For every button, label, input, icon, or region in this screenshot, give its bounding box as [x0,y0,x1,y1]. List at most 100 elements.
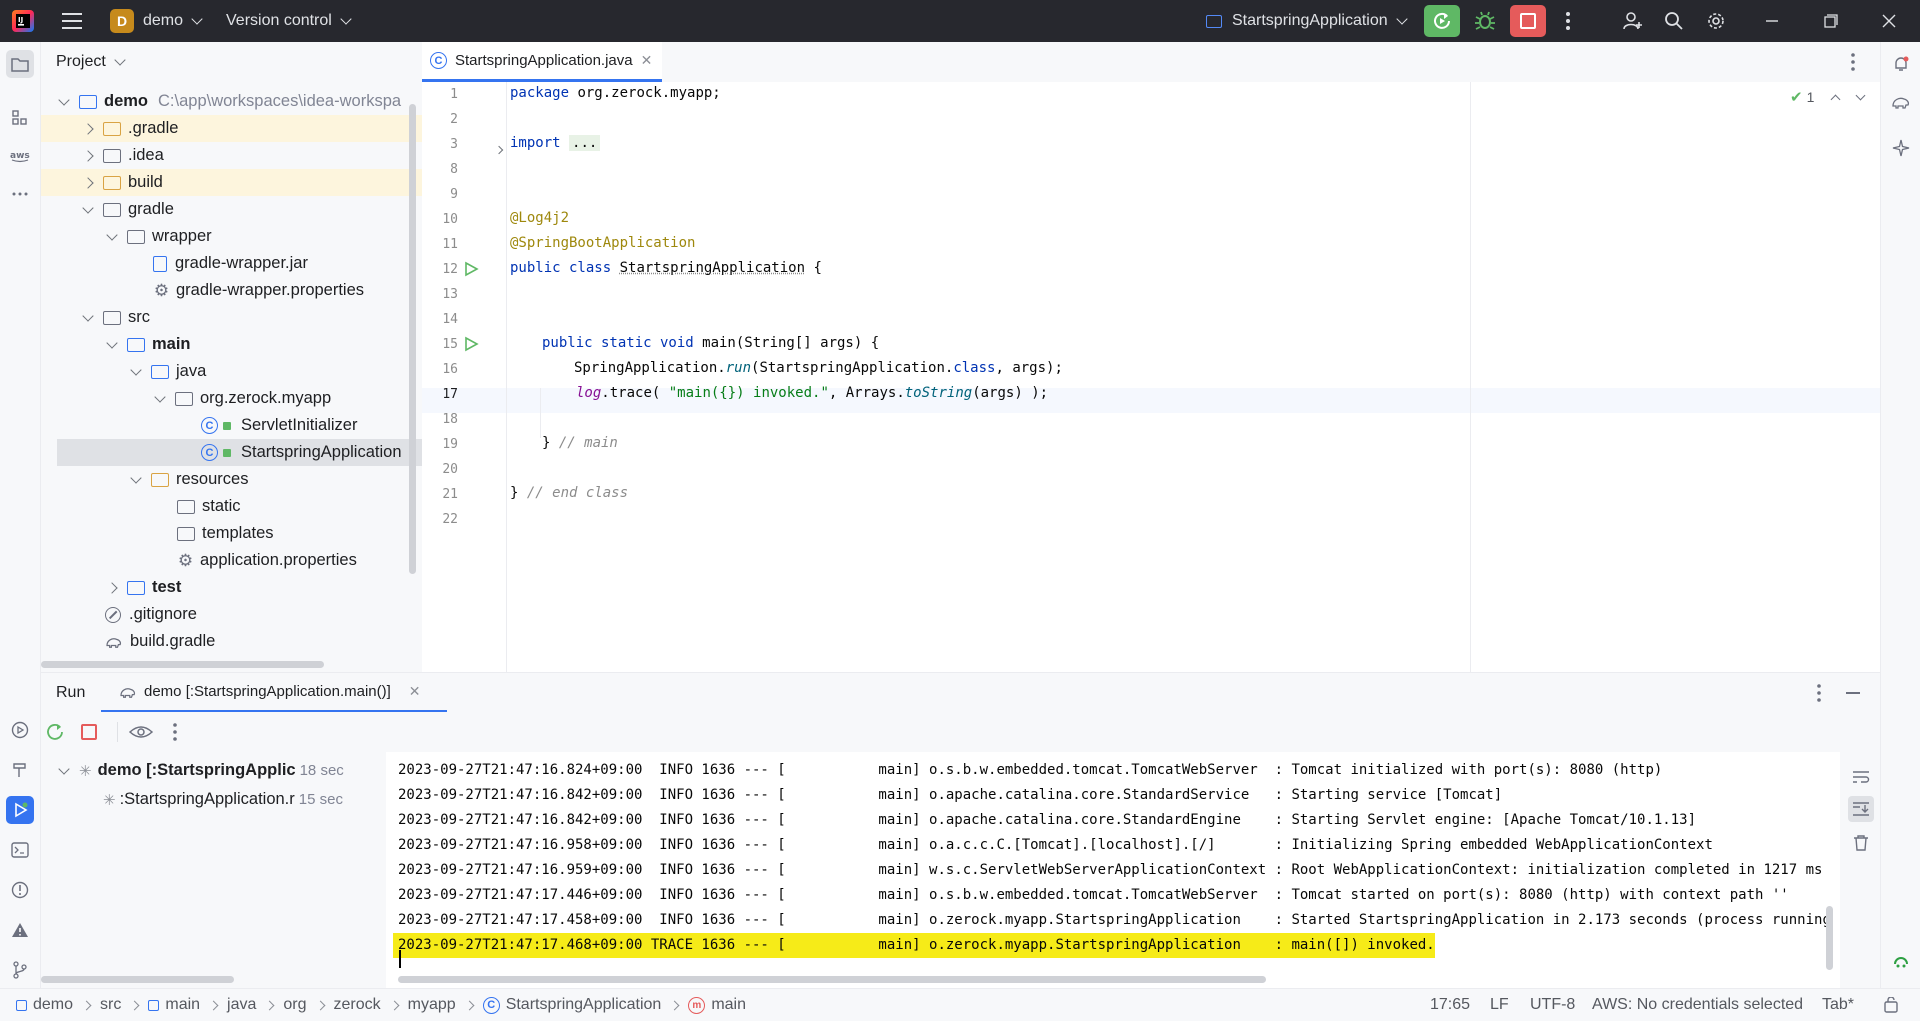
tab-more-actions-icon[interactable] [1850,52,1856,77]
console-side-toolbar [1840,752,1880,988]
gradle-elephant-icon[interactable] [1887,88,1915,116]
breadcrumb-item[interactable]: myapp [408,996,456,1014]
aws-connection[interactable]: AWS: No credentials selected [1592,989,1803,1021]
tree-item-servlet-initializer[interactable]: C ServletInitializer [41,412,423,439]
tree-item-resources[interactable]: resources [41,466,423,493]
vcs-widget[interactable]: Version control [226,0,350,42]
breadcrumb-item[interactable]: java [227,996,256,1014]
breadcrumb-item[interactable]: main [165,996,200,1014]
scroll-to-end-icon[interactable] [1848,796,1874,822]
horizontal-scrollbar[interactable] [41,661,324,668]
close-tab-icon[interactable]: ✕ [641,52,653,69]
tree-item-src[interactable]: src [41,304,423,331]
breadcrumb-item[interactable]: demo [33,996,73,1014]
breadcrumb-item[interactable]: main [711,996,746,1014]
restore-window-icon[interactable] [1824,0,1838,42]
tree-item-startspring-application[interactable]: C StartspringApplication [57,439,423,466]
ai-assistant-sparkle-icon[interactable] [1887,134,1915,162]
copilot-icon[interactable] [1887,950,1915,978]
read-only-toggle-icon[interactable] [1883,989,1899,1021]
tree-item-build-gradle[interactable]: build.gradle [41,628,423,655]
tree-item-build[interactable]: build [41,169,423,196]
project-view-selector[interactable]: Project [56,42,124,82]
code-editor[interactable] [422,82,1880,672]
code-line-21: } // end class [510,485,628,501]
minimize-window-icon[interactable] [1765,0,1779,42]
notifications-bell-icon[interactable] [1887,50,1915,78]
horizontal-scrollbar[interactable] [398,976,1266,983]
tree-item-gradle-wrapper-jar[interactable]: gradle-wrapper.jar [41,250,423,277]
expanded-arrow-icon [82,202,93,213]
aws-toolkit-icon[interactable]: aws [6,142,34,170]
tree-item-application-properties[interactable]: ⚙ application.properties [41,547,423,574]
hide-panel-icon[interactable] [1846,692,1860,694]
run-tool-icon[interactable] [6,796,34,824]
clear-trash-icon[interactable] [1853,834,1869,857]
tree-item-demo[interactable]: demo C:\app\workspaces\idea-workspa [41,88,423,115]
debug-button[interactable] [1474,0,1496,42]
code-with-me-icon[interactable] [1622,0,1644,42]
tree-item-main[interactable]: main [41,331,423,358]
vertical-scrollbar[interactable] [409,104,416,574]
more-actions-icon[interactable] [172,722,178,747]
vertical-scrollbar[interactable] [1826,906,1833,970]
main-menu-icon[interactable] [62,0,84,42]
horizontal-scrollbar[interactable] [41,976,234,983]
tree-item-wrapper[interactable]: wrapper [41,223,423,250]
breadcrumb-item[interactable]: StartspringApplication [506,996,662,1014]
previous-highlight-icon[interactable] [1831,94,1841,104]
tree-item-label: build.gradle [130,632,215,651]
close-window-icon[interactable] [1882,0,1896,42]
tree-item-test[interactable]: test [41,574,423,601]
file-encoding[interactable]: UTF-8 [1530,989,1575,1021]
eye-icon[interactable] [129,724,153,745]
search-icon[interactable] [1664,0,1684,42]
build-hammer-icon[interactable] [6,756,34,784]
project-tool-folder-icon[interactable] [6,50,34,78]
problems-icon[interactable] [6,876,34,904]
settings-gear-icon[interactable] [1706,0,1726,42]
project-widget[interactable]: D demo [110,0,201,42]
warning-triangle-icon[interactable] [6,916,34,944]
tree-item-package[interactable]: org.zerock.myapp [41,385,423,412]
tree-item-templates[interactable]: templates [41,520,423,547]
run-config-widget[interactable]: StartspringApplication [1206,0,1406,42]
tree-item-idea[interactable]: .idea [41,142,423,169]
close-tab-icon[interactable]: ✕ [409,683,421,700]
services-icon[interactable] [6,716,34,744]
tree-item-gitignore[interactable]: .gitignore [41,601,423,628]
indent-setting[interactable]: Tab* [1822,989,1854,1021]
folded-imports[interactable]: ... [569,135,600,151]
run-console[interactable]: 2023-09-27T21:47:16.824+09:00 INFO 1636 … [386,752,1840,988]
line-separator[interactable]: LF [1490,989,1509,1021]
run-main-gutter-icon[interactable] [463,336,479,357]
more-actions-icon[interactable] [1565,0,1571,42]
cursor-position[interactable]: 17:65 [1430,989,1470,1021]
tree-item-java[interactable]: java [41,358,423,385]
tree-item-gradle-wrapper-properties[interactable]: ⚙ gradle-wrapper.properties [41,277,423,304]
run-tab-demo[interactable]: demo [:StartspringApplication.main()] ✕ [101,673,447,713]
stop-button[interactable] [1510,0,1546,42]
editor-tab-startspring[interactable]: C StartspringApplication.java ✕ [422,42,662,82]
tree-item-gradle[interactable]: gradle [41,196,423,223]
next-highlight-icon[interactable] [1856,90,1866,100]
fold-collapsed-icon[interactable] [496,140,502,158]
terminal-icon[interactable] [6,836,34,864]
run-class-gutter-icon[interactable] [463,261,479,282]
more-tools-icon[interactable] [6,180,34,208]
run-tree-item[interactable]: ✳ demo [:StartspringApplic 18 sec [41,757,402,784]
breadcrumb-item[interactable]: org [283,996,306,1014]
soft-wrap-icon[interactable] [1852,770,1870,791]
git-branch-icon[interactable] [6,956,34,984]
structure-icon[interactable] [6,104,34,132]
rerun-button[interactable] [1424,0,1460,42]
rerun-icon[interactable] [45,722,65,747]
run-more-actions-icon[interactable] [1816,683,1822,708]
intellij-logo-icon[interactable]: IJ [12,0,34,42]
stop-icon[interactable] [81,724,97,740]
breadcrumb-item[interactable]: zerock [334,996,381,1014]
breadcrumb-item[interactable]: src [100,996,121,1014]
tree-item-gradle-dir[interactable]: .gradle [41,115,423,142]
tree-item-static[interactable]: static [41,493,423,520]
inspection-widget[interactable]: ✔ 1 [1790,88,1864,106]
